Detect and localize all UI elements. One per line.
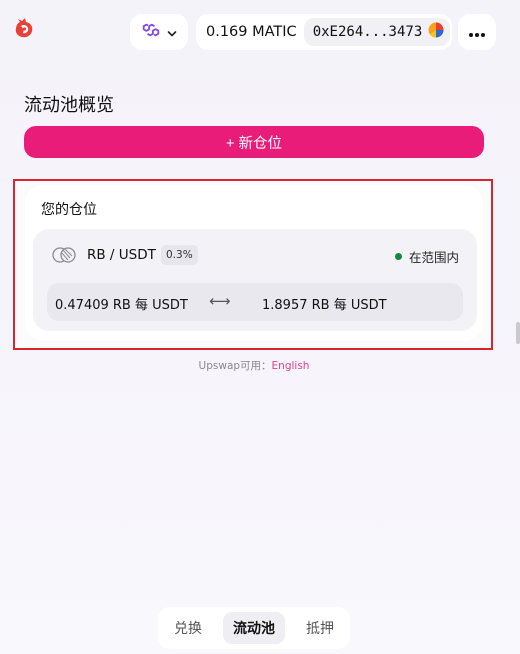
tab-stake[interactable]: 抵押: [296, 612, 344, 644]
in-range-dot-icon: [394, 252, 402, 260]
tab-pool[interactable]: 流动池: [223, 612, 285, 644]
address-label: 0xE264...3473: [312, 24, 423, 40]
min-price: 0.47409 RB 每 USDT: [55, 298, 188, 313]
network-selector-button[interactable]: [130, 14, 188, 50]
fee-badge: 0.3%: [161, 245, 198, 265]
bottom-nav: 兑换 流动池 抵押: [158, 607, 350, 649]
positions-section: 您的仓位 RB / USDT 0.3% 在范围内 0.47409 RB 每 US…: [13, 179, 493, 350]
more-dots-icon: [468, 23, 486, 42]
max-price: 1.8957 RB 每 USDT: [262, 298, 387, 313]
account-button[interactable]: 0xE264...3473: [303, 18, 451, 46]
positions-title: 您的仓位: [41, 202, 97, 218]
footnote-text: Upswap可用：: [198, 360, 272, 372]
range-status-label: 在范围内: [408, 249, 459, 265]
pair-name: RB / USDT: [87, 247, 156, 263]
tab-swap[interactable]: 兑换: [164, 612, 212, 644]
language-link[interactable]: English: [272, 360, 310, 372]
upswap-logo-icon[interactable]: [12, 16, 36, 40]
scrollbar-handle[interactable]: [516, 322, 520, 344]
positions-card: 您的仓位 RB / USDT 0.3% 在范围内 0.47409 RB 每 US…: [25, 185, 483, 341]
chevron-down-icon: [167, 23, 177, 42]
double-arrow-icon: ⟷: [209, 292, 231, 310]
balance-label: 0.169 MATIC: [206, 24, 297, 40]
wallet-avatar-icon: [428, 22, 444, 42]
page-title: 流动池概览: [24, 95, 114, 116]
language-footnote: Upswap可用：English: [0, 358, 508, 373]
price-range: 0.47409 RB 每 USDT ⟷ 1.8957 RB 每 USDT: [47, 283, 463, 321]
range-status: 在范围内: [394, 246, 459, 266]
more-options-button[interactable]: [458, 14, 496, 50]
new-position-button[interactable]: + 新仓位: [24, 126, 484, 158]
position-item[interactable]: RB / USDT 0.3% 在范围内 0.47409 RB 每 USDT ⟷ …: [33, 229, 477, 331]
pair-icon: [52, 246, 76, 264]
wallet-status: 0.169 MATIC 0xE264...3473: [196, 14, 452, 50]
polygon-icon: [141, 21, 161, 43]
